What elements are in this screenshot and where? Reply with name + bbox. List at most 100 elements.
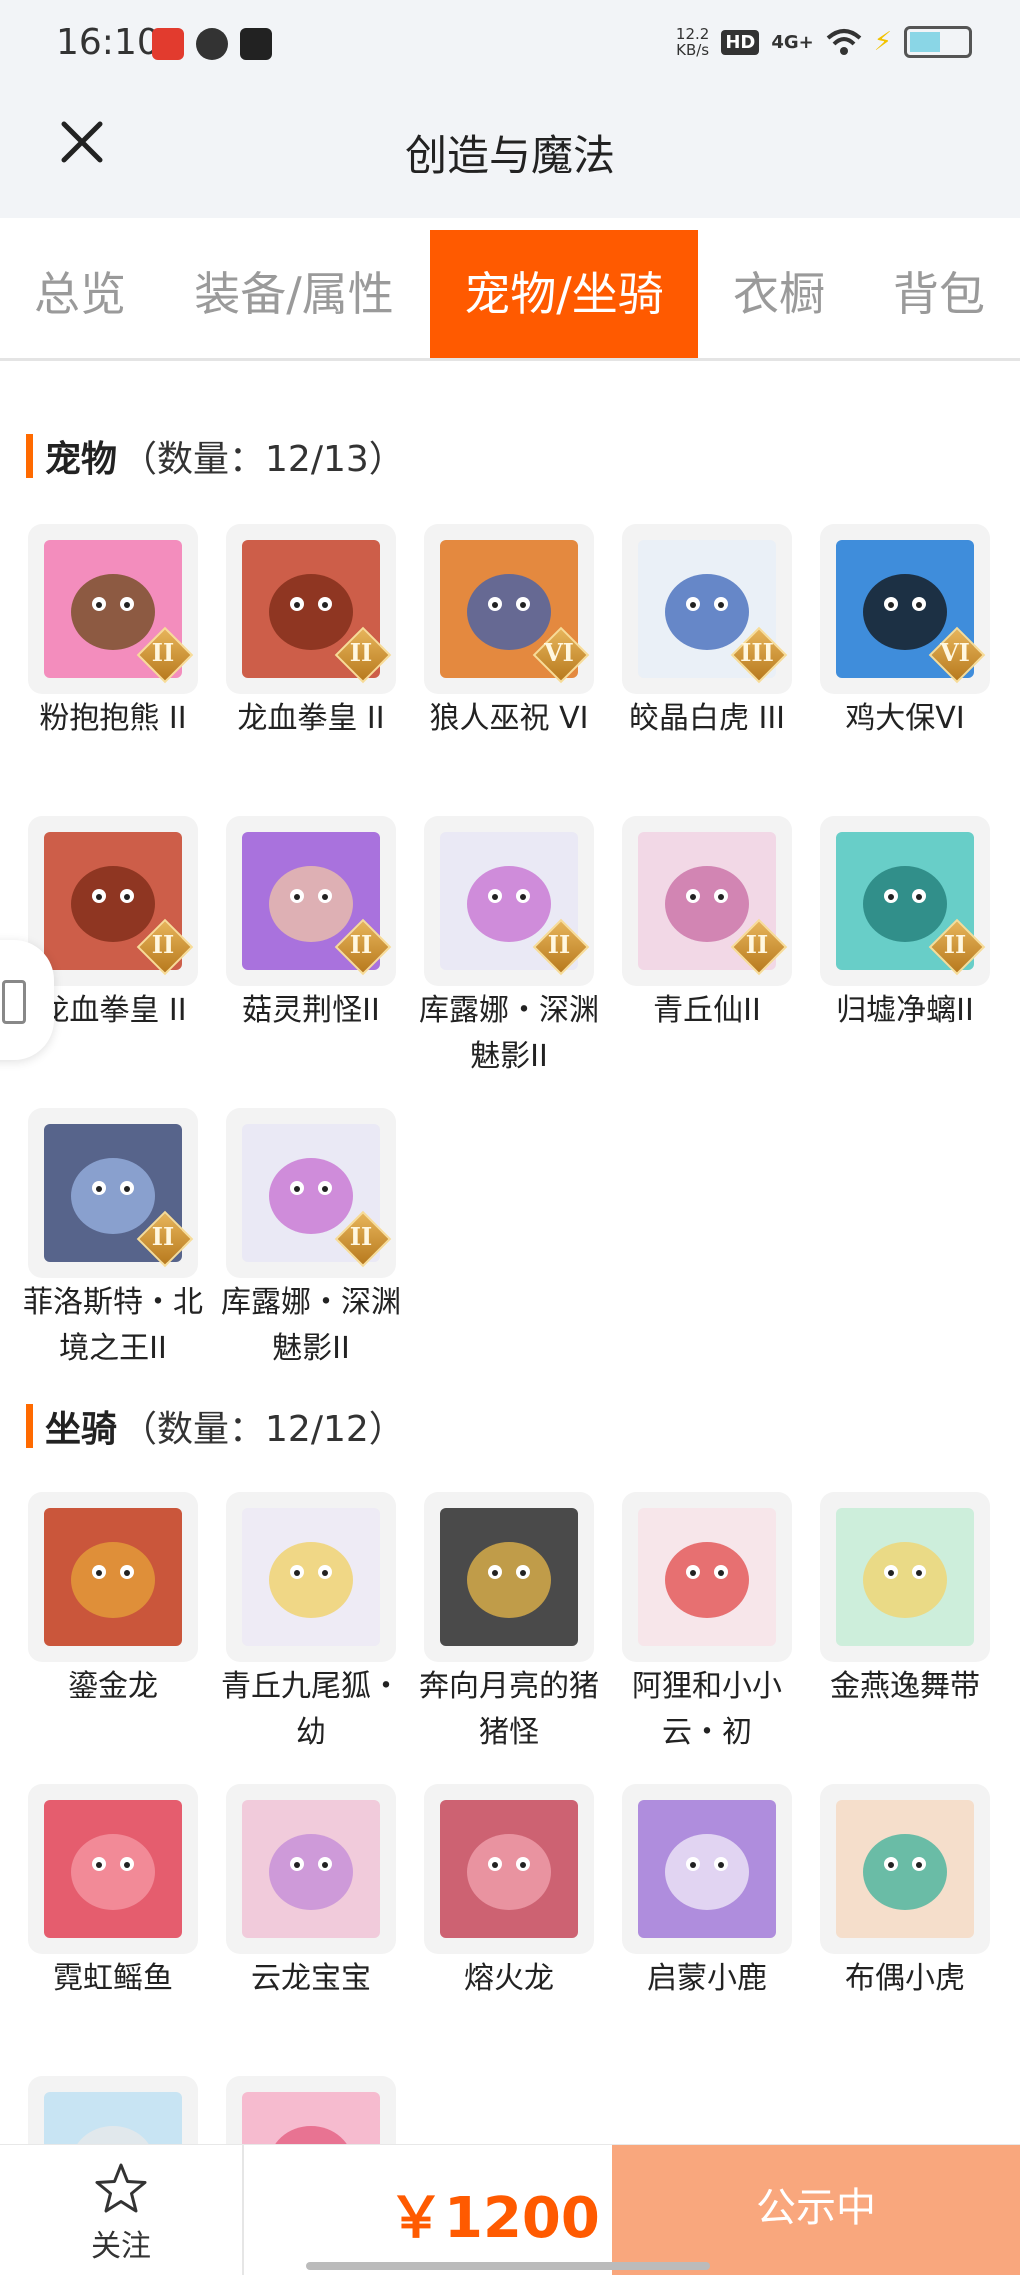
item-thumbnail xyxy=(424,1784,594,1954)
follow-button[interactable]: 关注 xyxy=(0,2145,244,2275)
item-card[interactable]: II 库露娜・深渊魅影II xyxy=(221,1108,401,1372)
item-thumbnail: II xyxy=(424,816,594,986)
mounts-count: （数量：12/12） xyxy=(121,1409,405,1450)
rank-badge: II xyxy=(730,918,788,976)
item-card[interactable]: 阿狸和小小云・初 xyxy=(622,1492,792,1756)
rank-badge: II xyxy=(928,918,986,976)
star-icon xyxy=(95,2163,147,2213)
item-card[interactable]: III 皎晶白虎 III xyxy=(622,524,792,742)
item-card[interactable]: II 菲洛斯特・北境之王II xyxy=(23,1108,203,1372)
wifi-icon xyxy=(826,29,862,55)
section-marker xyxy=(26,434,33,478)
item-card[interactable]: II 龙血拳皇 II xyxy=(226,524,396,742)
battery-icon xyxy=(904,26,972,58)
item-thumbnail xyxy=(226,1784,396,1954)
item-name: 阿狸和小小云・初 xyxy=(632,1669,782,1750)
item-name: 菇灵荆怪II xyxy=(242,993,380,1028)
item-name: 库露娜・深渊魅影II xyxy=(419,993,599,1074)
app-notification-icon xyxy=(152,28,184,60)
item-name: 皎晶白虎 III xyxy=(628,701,786,736)
hd-icon: HD xyxy=(721,29,760,55)
item-card[interactable]: VI 狼人巫祝 VI xyxy=(424,524,594,742)
speed-unit: KB/s xyxy=(676,41,710,59)
item-card[interactable]: 奔向月亮的猪猪怪 xyxy=(419,1492,599,1756)
section-marker xyxy=(26,1404,33,1448)
rank-badge: VI xyxy=(928,626,986,684)
item-name: 粉抱抱熊 II xyxy=(39,701,187,736)
signal-icon: 4G+ xyxy=(771,31,814,53)
item-thumbnail: II xyxy=(820,816,990,986)
item-image xyxy=(44,1800,182,1938)
rank-badge: VI xyxy=(532,626,590,684)
item-card[interactable]: II 粉抱抱熊 II xyxy=(28,524,198,742)
item-image xyxy=(836,1508,974,1646)
tab-equipment[interactable]: 装备/属性 xyxy=(160,230,428,358)
item-name: 库露娜・深渊魅影II xyxy=(221,1285,401,1366)
item-name: 云龙宝宝 xyxy=(251,1961,371,1996)
item-thumbnail: VI xyxy=(820,524,990,694)
rank-badge: II xyxy=(334,626,392,684)
item-name: 启蒙小鹿 xyxy=(647,1961,767,1996)
status-time: 16:10 xyxy=(56,22,160,63)
charging-icon: ⚡ xyxy=(873,27,892,57)
rank-badge-text: II xyxy=(943,930,967,959)
item-card[interactable]: II 青丘仙II xyxy=(622,816,792,1034)
item-card[interactable]: 鎏金龙 xyxy=(28,1492,198,1710)
item-image xyxy=(44,1508,182,1646)
item-name: 熔火龙 xyxy=(464,1961,554,1996)
item-card[interactable]: 熔火龙 xyxy=(424,1784,594,2002)
item-thumbnail: VI xyxy=(424,524,594,694)
item-card[interactable]: VI 鸡大保VI xyxy=(820,524,990,742)
item-image xyxy=(638,1508,776,1646)
item-image xyxy=(242,1800,380,1938)
rank-badge-text: II xyxy=(151,930,175,959)
item-card[interactable]: II 库露娜・深渊魅影II xyxy=(419,816,599,1080)
tab-pets-mounts[interactable]: 宠物/坐骑 xyxy=(430,230,698,358)
item-thumbnail xyxy=(622,1492,792,1662)
item-thumbnail: III xyxy=(622,524,792,694)
tab-bar: 总览 装备/属性 宠物/坐骑 衣橱 背包 xyxy=(0,230,1020,361)
item-thumbnail xyxy=(820,1492,990,1662)
item-name: 归墟净螭II xyxy=(836,993,974,1028)
rank-badge-text: II xyxy=(349,1222,373,1251)
item-name: 青丘九尾狐・幼 xyxy=(221,1669,401,1750)
item-image xyxy=(440,1508,578,1646)
item-thumbnail: II xyxy=(622,816,792,986)
rank-badge: III xyxy=(730,626,788,684)
rank-badge: II xyxy=(136,626,194,684)
rank-badge: II xyxy=(334,918,392,976)
item-card[interactable]: 霓虹鳐鱼 xyxy=(28,1784,198,2002)
item-name: 霓虹鳐鱼 xyxy=(53,1961,173,1996)
rank-badge-text: II xyxy=(349,930,373,959)
item-thumbnail: II xyxy=(226,1108,396,1278)
item-thumbnail: II xyxy=(226,524,396,694)
tab-wardrobe[interactable]: 衣橱 xyxy=(700,230,858,358)
item-image xyxy=(440,1800,578,1938)
item-image xyxy=(836,1800,974,1938)
rank-badge-text: VI xyxy=(940,638,970,667)
item-name: 龙血拳皇 II xyxy=(237,701,385,736)
item-card[interactable]: 启蒙小鹿 xyxy=(622,1784,792,2002)
item-thumbnail xyxy=(622,1784,792,1954)
item-card[interactable]: II 菇灵荆怪II xyxy=(226,816,396,1034)
item-thumbnail xyxy=(28,1492,198,1662)
item-card[interactable]: II 归墟净螭II xyxy=(820,816,990,1034)
rank-badge-text: II xyxy=(349,638,373,667)
item-name: 金燕逸舞带 xyxy=(830,1669,980,1704)
price: ￥1200 xyxy=(388,2186,600,2251)
item-name: 青丘仙II xyxy=(653,993,761,1028)
speed-value: 12.2 xyxy=(675,25,710,43)
page-title: 创造与魔法 xyxy=(404,131,615,180)
item-card[interactable]: 云龙宝宝 xyxy=(226,1784,396,2002)
side-float-handle[interactable] xyxy=(0,940,54,1060)
tab-backpack[interactable]: 背包 xyxy=(858,230,1020,358)
item-card[interactable]: 青丘九尾狐・幼 xyxy=(221,1492,401,1756)
document-icon xyxy=(2,980,26,1024)
tab-overview[interactable]: 总览 xyxy=(0,230,160,358)
home-indicator xyxy=(306,2262,710,2270)
item-card[interactable]: 金燕逸舞带 xyxy=(820,1492,990,1710)
item-thumbnail: II xyxy=(28,816,198,986)
item-thumbnail: II xyxy=(226,816,396,986)
status-button[interactable]: 公示中 xyxy=(612,2145,1020,2275)
item-card[interactable]: 布偶小虎 xyxy=(820,1784,990,2002)
